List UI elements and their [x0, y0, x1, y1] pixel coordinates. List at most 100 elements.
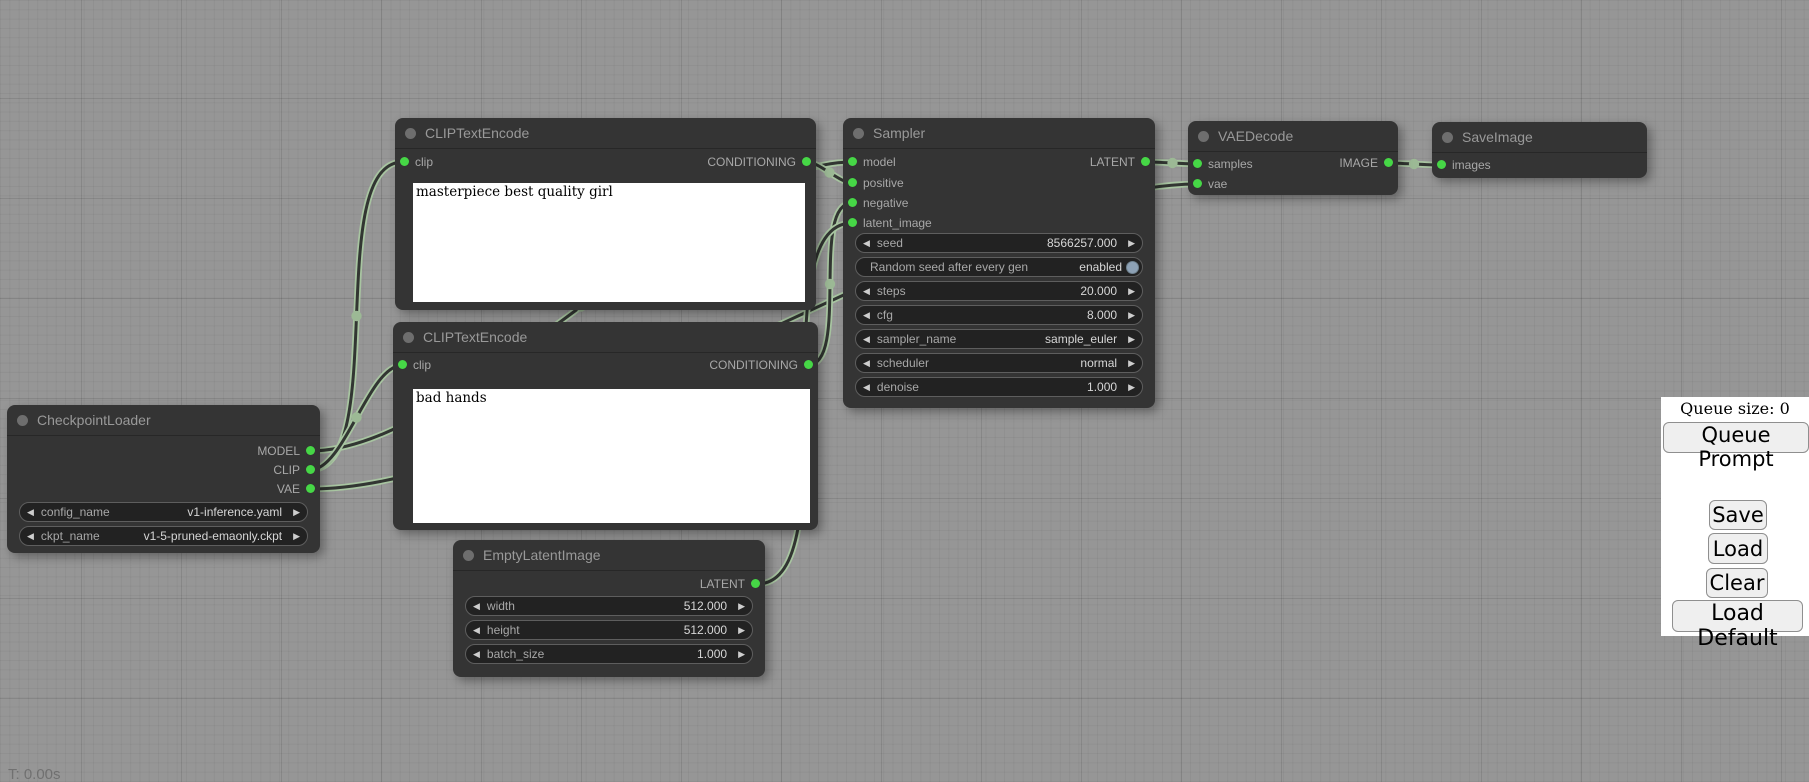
link-clip-negative-middot	[351, 412, 361, 422]
output-port-label: VAE	[277, 480, 300, 498]
empty-latent-image-widget-width[interactable]: ◀width512.000▶	[465, 596, 753, 616]
link-negative-cond-middot	[825, 279, 835, 289]
collapse-dot[interactable]	[403, 332, 414, 343]
vae-decode-node[interactable]: VAEDecodesamplesvaeIMAGE	[1188, 121, 1398, 195]
increment-arrow-icon[interactable]: ▶	[731, 601, 752, 612]
decrement-arrow-icon[interactable]: ◀	[856, 238, 877, 249]
widget-label: batch_size	[487, 647, 544, 661]
load-button[interactable]: Load	[1708, 533, 1768, 564]
input-port-dot[interactable]	[848, 178, 857, 187]
widget-label: steps	[877, 284, 906, 298]
widget-value: 8566257.000	[903, 236, 1121, 250]
decrement-arrow-icon[interactable]: ◀	[466, 601, 487, 612]
clip-text-encode-positive-node[interactable]: CLIPTextEncodeclipCONDITIONINGmasterpiec…	[395, 118, 816, 310]
output-port-dot[interactable]	[1384, 158, 1393, 167]
collapse-dot[interactable]	[1198, 131, 1209, 142]
increment-arrow-icon[interactable]: ▶	[286, 507, 307, 518]
graph-canvas[interactable]: CheckpointLoaderMODELCLIPVAE◀config_name…	[0, 0, 1809, 782]
decrement-arrow-icon[interactable]: ◀	[856, 334, 877, 345]
decrement-arrow-icon[interactable]: ◀	[20, 531, 41, 542]
widget-label: scheduler	[877, 356, 929, 370]
increment-arrow-icon[interactable]: ▶	[286, 531, 307, 542]
input-port-label: negative	[863, 194, 908, 212]
decrement-arrow-icon[interactable]: ◀	[466, 625, 487, 636]
output-port-dot[interactable]	[306, 484, 315, 493]
prompt-textarea[interactable]: masterpiece best quality girl	[413, 183, 805, 302]
sampler-widget-seed[interactable]: ◀seed8566257.000▶	[855, 233, 1143, 253]
prompt-textarea[interactable]: bad hands	[413, 389, 810, 523]
output-port-dot[interactable]	[804, 360, 813, 369]
load-default-button[interactable]: Load Default	[1672, 600, 1803, 632]
sampler-widget-scheduler[interactable]: ◀schedulernormal▶	[855, 353, 1143, 373]
output-port-dot[interactable]	[1141, 157, 1150, 166]
clip-text-encode-negative-node[interactable]: CLIPTextEncodeclipCONDITIONINGbad hands	[393, 322, 818, 530]
widget-label: sampler_name	[877, 332, 956, 346]
input-port-dot[interactable]	[848, 218, 857, 227]
collapse-dot[interactable]	[1442, 132, 1453, 143]
decrement-arrow-icon[interactable]: ◀	[466, 649, 487, 660]
increment-arrow-icon[interactable]: ▶	[1121, 238, 1142, 249]
decrement-arrow-icon[interactable]: ◀	[856, 310, 877, 321]
sampler-node[interactable]: Samplermodelpositivenegativelatent_image…	[843, 118, 1155, 408]
input-port-dot[interactable]	[1437, 160, 1446, 169]
widget-value: v1-inference.yaml	[110, 505, 286, 519]
decrement-arrow-icon[interactable]: ◀	[20, 507, 41, 518]
clear-button[interactable]: Clear	[1706, 568, 1768, 598]
sampler-widget-sampler_name[interactable]: ◀sampler_namesample_euler▶	[855, 329, 1143, 349]
widget-value: 512.000	[515, 599, 731, 613]
increment-arrow-icon[interactable]: ▶	[1121, 358, 1142, 369]
increment-arrow-icon[interactable]: ▶	[731, 649, 752, 660]
sampler-widget-denoise[interactable]: ◀denoise1.000▶	[855, 377, 1143, 397]
checkpoint-loader-widget-ckpt_name[interactable]: ◀ckpt_namev1-5-pruned-emaonly.ckpt▶	[19, 526, 308, 546]
node-title-label: CLIPTextEncode	[423, 322, 527, 352]
widget-label: config_name	[41, 505, 110, 519]
output-port-label: CONDITIONING	[709, 356, 798, 374]
queue-size-label: Queue size: 0	[1661, 399, 1809, 418]
clip-text-encode-negative-titlebar: CLIPTextEncode	[393, 322, 818, 353]
output-port-dot[interactable]	[306, 465, 315, 474]
checkpoint-loader-widget-config_name[interactable]: ◀config_namev1-inference.yaml▶	[19, 502, 308, 522]
decrement-arrow-icon[interactable]: ◀	[856, 286, 877, 297]
decrement-arrow-icon[interactable]: ◀	[856, 382, 877, 393]
toggle-state-dot[interactable]	[1126, 261, 1139, 274]
collapse-dot[interactable]	[17, 415, 28, 426]
empty-latent-image-node[interactable]: EmptyLatentImageLATENT◀width512.000▶◀hei…	[453, 540, 765, 677]
increment-arrow-icon[interactable]: ▶	[1121, 334, 1142, 345]
vae-decode-input-vae: vae	[1188, 175, 1398, 193]
node-title-label: CLIPTextEncode	[425, 118, 529, 148]
checkpoint-loader-node[interactable]: CheckpointLoaderMODELCLIPVAE◀config_name…	[7, 405, 320, 553]
save-image-node[interactable]: SaveImage images	[1432, 122, 1647, 178]
collapse-dot[interactable]	[463, 550, 474, 561]
sampler-widget-Random-seed-after-every-gen[interactable]: Random seed after every genenabled	[855, 257, 1143, 277]
input-port-dot[interactable]	[848, 198, 857, 207]
widget-label: cfg	[877, 308, 893, 322]
clip-text-encode-positive-titlebar: CLIPTextEncode	[395, 118, 816, 149]
output-port-dot[interactable]	[802, 157, 811, 166]
increment-arrow-icon[interactable]: ▶	[1121, 286, 1142, 297]
sampler-input-positive: positive	[843, 174, 1155, 192]
save-image-input-images: images	[1432, 156, 1647, 174]
empty-latent-image-widget-height[interactable]: ◀height512.000▶	[465, 620, 753, 640]
node-title-label: SaveImage	[1462, 122, 1533, 152]
checkpoint-loader-titlebar: CheckpointLoader	[7, 405, 320, 436]
output-port-dot[interactable]	[306, 446, 315, 455]
input-port-label: latent_image	[863, 214, 932, 232]
collapse-dot[interactable]	[405, 128, 416, 139]
sampler-widget-steps[interactable]: ◀steps20.000▶	[855, 281, 1143, 301]
toggle-label: Random seed after every gen	[856, 260, 1028, 274]
increment-arrow-icon[interactable]: ▶	[1121, 310, 1142, 321]
input-port-dot[interactable]	[1193, 179, 1202, 188]
queue-prompt-button[interactable]: Queue Prompt	[1663, 422, 1809, 453]
checkpoint-loader-output-MODEL: MODEL	[7, 442, 320, 460]
widget-label: height	[487, 623, 520, 637]
empty-latent-image-output-LATENT: LATENT	[453, 575, 765, 593]
empty-latent-image-widget-batch_size[interactable]: ◀batch_size1.000▶	[465, 644, 753, 664]
sampler-widget-cfg[interactable]: ◀cfg8.000▶	[855, 305, 1143, 325]
increment-arrow-icon[interactable]: ▶	[731, 625, 752, 636]
collapse-dot[interactable]	[853, 128, 864, 139]
output-port-dot[interactable]	[751, 579, 760, 588]
decrement-arrow-icon[interactable]: ◀	[856, 358, 877, 369]
increment-arrow-icon[interactable]: ▶	[1121, 382, 1142, 393]
queue-panel: Queue size: 0 Queue Prompt Save Load Cle…	[1661, 397, 1809, 636]
save-button[interactable]: Save	[1709, 500, 1767, 530]
